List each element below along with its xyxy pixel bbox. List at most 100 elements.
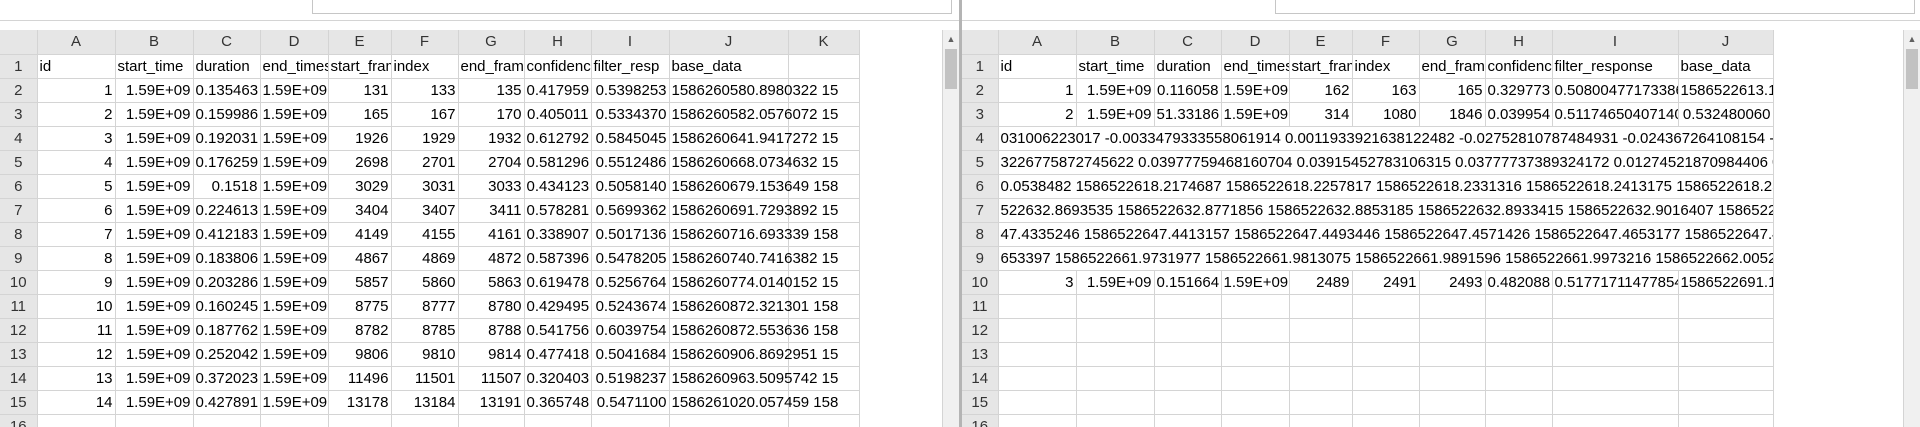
cell[interactable]: 2: [37, 102, 116, 127]
column-header-d[interactable]: D: [1221, 30, 1290, 55]
cell[interactable]: 0.587396: [524, 246, 592, 271]
row-header[interactable]: 14: [962, 366, 999, 391]
cell[interactable]: 170: [458, 102, 525, 127]
cell[interactable]: end_times: [1221, 54, 1290, 79]
cell[interactable]: [998, 390, 1077, 415]
cell[interactable]: [1552, 366, 1679, 391]
row-header[interactable]: 5: [962, 150, 999, 175]
cell[interactable]: 4869: [391, 246, 459, 271]
cell[interactable]: 0.619478: [524, 270, 592, 295]
cell[interactable]: id: [37, 54, 116, 79]
cell[interactable]: 11: [37, 318, 116, 343]
row-header[interactable]: 6: [962, 174, 999, 199]
column-header-f[interactable]: F: [1352, 30, 1420, 55]
cell[interactable]: start_fram: [1289, 54, 1353, 79]
cell[interactable]: 2489: [1289, 270, 1353, 295]
cell[interactable]: 0.5845045: [591, 126, 670, 151]
cell[interactable]: [1678, 342, 1774, 367]
cell[interactable]: 1080: [1352, 102, 1420, 127]
cell[interactable]: 4161: [458, 222, 525, 247]
cell[interactable]: 0.6039754: [591, 318, 670, 343]
cell[interactable]: 3407: [391, 198, 459, 223]
cell[interactable]: 1: [37, 78, 116, 103]
cell[interactable]: 0.405011: [524, 102, 592, 127]
row-header[interactable]: 15: [0, 390, 38, 415]
select-all-corner[interactable]: [0, 30, 38, 55]
cell[interactable]: 1586260872.553636 158: [669, 318, 838, 343]
column-header-b[interactable]: B: [115, 30, 194, 55]
cell[interactable]: 5860: [391, 270, 459, 295]
cell[interactable]: [1419, 366, 1486, 391]
cell[interactable]: 0.151664: [1154, 270, 1222, 295]
cell[interactable]: 3: [998, 270, 1077, 295]
cell[interactable]: 1.59E+09: [115, 150, 194, 175]
cell[interactable]: 1.59E+09: [260, 174, 329, 199]
cell[interactable]: 135: [458, 78, 525, 103]
row-header[interactable]: 9: [962, 246, 999, 271]
cell[interactable]: 522632.8693535 1586522632.8771856 158652…: [998, 198, 1774, 223]
cell[interactable]: 1586522691.1: [1678, 270, 1774, 295]
cell[interactable]: 1.59E+09: [260, 102, 329, 127]
cell[interactable]: 1586260872.321301 158: [669, 294, 838, 319]
cell[interactable]: [1289, 342, 1353, 367]
cell[interactable]: 0.429495: [524, 294, 592, 319]
cell[interactable]: 1.59E+09: [260, 198, 329, 223]
cell[interactable]: [1678, 366, 1774, 391]
cell[interactable]: 0.427891: [193, 390, 261, 415]
cell[interactable]: [1221, 318, 1290, 343]
cell[interactable]: 0.482088: [1485, 270, 1553, 295]
cell[interactable]: [998, 318, 1077, 343]
row-header[interactable]: 4: [962, 126, 999, 151]
cell[interactable]: 4155: [391, 222, 459, 247]
cell[interactable]: 0.176259: [193, 150, 261, 175]
row-header[interactable]: 8: [0, 222, 38, 247]
cell[interactable]: 2701: [391, 150, 459, 175]
column-header-k[interactable]: K: [788, 30, 860, 55]
cell[interactable]: [115, 414, 194, 427]
cell[interactable]: [591, 414, 670, 427]
cell[interactable]: [1552, 414, 1679, 427]
cell[interactable]: 2: [998, 102, 1077, 127]
cell[interactable]: id: [998, 54, 1077, 79]
column-header-c[interactable]: C: [193, 30, 261, 55]
cell[interactable]: [37, 414, 116, 427]
cell[interactable]: [1076, 342, 1155, 367]
cell[interactable]: 1586260906.8692951 15: [669, 342, 838, 367]
cell[interactable]: [998, 366, 1077, 391]
cell[interactable]: [1552, 318, 1679, 343]
cell[interactable]: [1419, 414, 1486, 427]
cell[interactable]: 13191: [458, 390, 525, 415]
cell[interactable]: 1586260679.153649 158: [669, 174, 838, 199]
cell[interactable]: [1154, 342, 1222, 367]
cell[interactable]: 0.532480060: [1678, 102, 1774, 127]
cell[interactable]: [391, 414, 459, 427]
column-header-h[interactable]: H: [524, 30, 592, 55]
cell[interactable]: 3404: [328, 198, 392, 223]
cell[interactable]: 0.541756: [524, 318, 592, 343]
cell[interactable]: 0.508004771733861: [1552, 78, 1679, 103]
cell[interactable]: 10: [37, 294, 116, 319]
cell[interactable]: [1076, 294, 1155, 319]
cell[interactable]: 1.59E+09: [260, 390, 329, 415]
cell[interactable]: [1352, 390, 1420, 415]
cell[interactable]: filter_resp: [591, 54, 670, 79]
cell[interactable]: 11496: [328, 366, 392, 391]
cell[interactable]: 1: [998, 78, 1077, 103]
column-header-f[interactable]: F: [391, 30, 459, 55]
column-header-a[interactable]: A: [998, 30, 1077, 55]
row-header[interactable]: 2: [0, 78, 38, 103]
cell[interactable]: 1.59E+09: [260, 150, 329, 175]
cell[interactable]: 1586260668.0734632 15: [669, 150, 838, 175]
cell[interactable]: 9806: [328, 342, 392, 367]
cell[interactable]: 1.59E+09: [115, 270, 194, 295]
cell[interactable]: 1.59E+09: [115, 366, 194, 391]
cell[interactable]: [1352, 366, 1420, 391]
cell[interactable]: 0.252042: [193, 342, 261, 367]
row-header[interactable]: 13: [0, 342, 38, 367]
cell[interactable]: 0.417959: [524, 78, 592, 103]
cell[interactable]: 0.183806: [193, 246, 261, 271]
cell[interactable]: 165: [328, 102, 392, 127]
row-header[interactable]: 4: [0, 126, 38, 151]
cell[interactable]: 0.5198237: [591, 366, 670, 391]
column-header-j[interactable]: J: [1678, 30, 1774, 55]
